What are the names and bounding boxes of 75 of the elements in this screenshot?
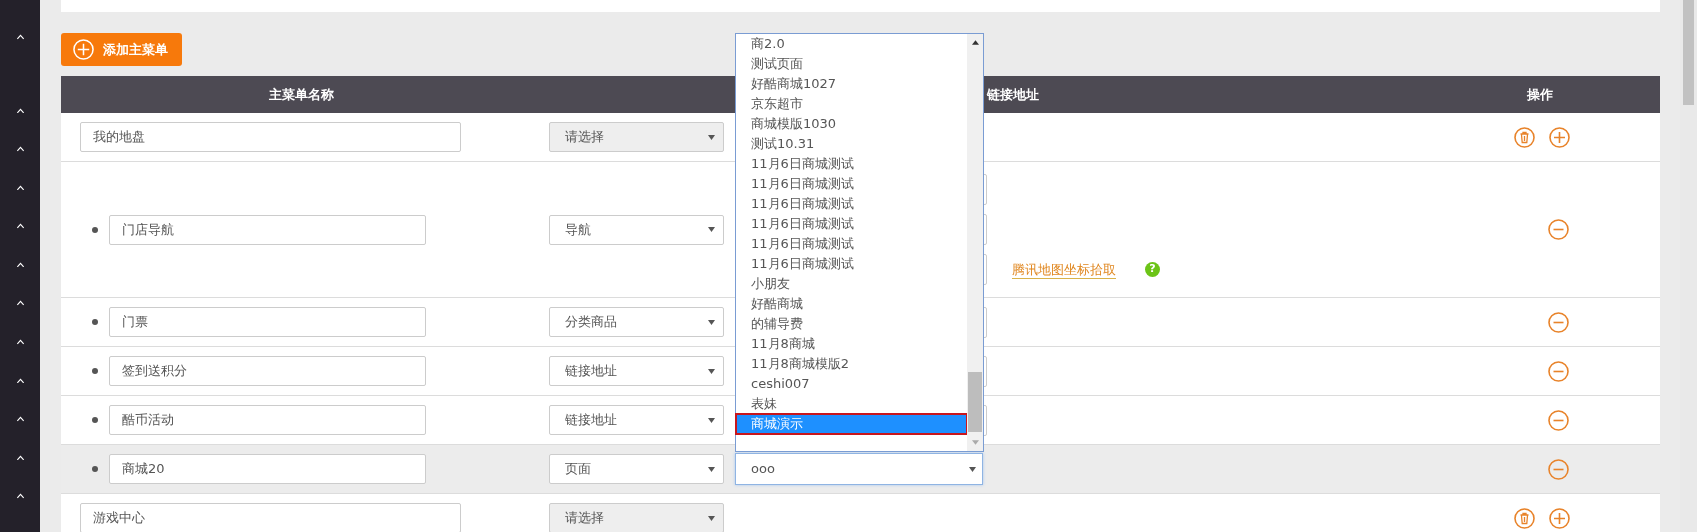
chevron-up-icon[interactable] (14, 493, 26, 499)
bullet-icon (92, 417, 98, 423)
dropdown-option[interactable]: 测试页面 (736, 54, 967, 74)
chevron-up-icon[interactable] (14, 107, 26, 114)
chevron-up-icon[interactable] (14, 223, 26, 229)
name-field[interactable]: 门票 (109, 307, 426, 337)
dropdown-option[interactable]: 表妹 (736, 394, 967, 414)
plus-circle-icon[interactable] (1549, 507, 1570, 529)
bullet-icon (92, 226, 98, 233)
dropdown-option[interactable]: 11月8商城模版2 (736, 354, 967, 374)
dropdown-option[interactable]: 11月6日商城测试 (736, 174, 967, 194)
trash-icon[interactable] (1514, 126, 1535, 148)
dropdown-option[interactable]: 小朋友 (736, 274, 967, 294)
dropdown-option[interactable]: 好酷商城1027 (736, 74, 967, 94)
dropdown-option[interactable]: 商城模版1030 (736, 114, 967, 134)
dropdown-option[interactable]: 11月8商城 (736, 334, 967, 354)
column-header: 主菜单名称 (268, 86, 334, 102)
type-select[interactable]: 分类商品 (549, 307, 724, 337)
chevron-up-icon[interactable] (14, 339, 26, 345)
type-select[interactable]: 导航 (549, 214, 724, 245)
dropdown-option[interactable]: 11月6日商城测试 (736, 214, 967, 234)
dropdown-option[interactable]: 11月6日商城测试 (736, 234, 967, 254)
caret-icon (708, 466, 715, 472)
name-field[interactable]: 门店导航 (109, 214, 426, 245)
dropdown-option[interactable]: 测试10.31 (736, 134, 967, 154)
caret-icon (708, 417, 715, 423)
bullet-icon (92, 368, 98, 374)
chevron-up-icon[interactable] (14, 454, 26, 461)
caret-icon (708, 368, 715, 374)
minus-circle-icon[interactable] (1548, 409, 1569, 431)
chevron-up-icon[interactable] (14, 146, 26, 152)
plus-circle-icon[interactable] (1549, 126, 1570, 148)
minus-circle-icon[interactable] (1548, 458, 1569, 480)
dropdown-list[interactable]: 商2.0 测试页面 好酷商城1027 京东超市 商城模版1030 测试10.31 11月6日商城测试 11月6日商城测试 11月6日商城测试 11月6日商城测试 11月6日商城测试 11月6日商城测试 小朋友 好酷商城 的辅导费 11月8商城 11月8商城模版2 ceshi007 表妹 商城演示 (735, 33, 984, 452)
bullet-icon (92, 319, 98, 325)
chevron-up-icon[interactable] (14, 377, 26, 384)
page-select[interactable]: ooo (735, 453, 983, 485)
name-field[interactable]: 游戏中心 (80, 503, 461, 532)
dropdown-option[interactable]: 京东超市 (736, 94, 967, 114)
dropdown-option[interactable]: 好酷商城 (736, 294, 967, 314)
caret-icon (708, 515, 715, 521)
dropdown-option[interactable]: 11月6日商城测试 (736, 194, 967, 214)
minus-circle-icon[interactable] (1548, 219, 1569, 240)
type-select[interactable]: 链接地址 (549, 405, 724, 435)
chevron-up-icon[interactable] (14, 184, 26, 191)
dropdown-option[interactable]: 11月6日商城测试 (736, 254, 967, 274)
trash-icon[interactable] (1514, 507, 1535, 529)
name-field[interactable]: 签到送积分 (109, 356, 426, 386)
minus-circle-icon[interactable] (1548, 311, 1569, 333)
caret-icon (969, 466, 976, 472)
scrollbar-thumb[interactable] (968, 372, 982, 432)
type-select[interactable]: 链接地址 (549, 356, 724, 386)
dropdown-option[interactable]: 11月6日商城测试 (736, 154, 967, 174)
plus-circle-icon (73, 39, 94, 60)
chevron-up-icon[interactable] (14, 416, 26, 422)
caret-icon (708, 227, 715, 232)
column-header: 操作 (1527, 86, 1553, 102)
dropdown-option[interactable]: 的辅导费 (736, 314, 967, 334)
column-header: 链接地址 (987, 86, 1039, 102)
minus-circle-icon[interactable] (1548, 360, 1569, 382)
name-field[interactable]: 我的地盘 (80, 122, 461, 152)
caret-icon (708, 319, 715, 325)
chevron-up-icon[interactable] (14, 261, 26, 268)
scrollbar-thumb[interactable] (1683, 0, 1694, 105)
scroll-up-icon[interactable] (971, 40, 979, 45)
dropdown-option[interactable]: ceshi007 (736, 374, 967, 394)
list-scrollbar[interactable] (967, 34, 983, 451)
caret-icon (708, 134, 715, 140)
dropdown-option[interactable]: 商2.0 (736, 34, 967, 54)
bullet-icon (92, 466, 98, 472)
name-field[interactable]: 商城20 (109, 454, 426, 484)
name-field[interactable]: 酷币活动 (109, 405, 426, 435)
type-select[interactable]: 页面 (549, 454, 724, 484)
chevron-up-icon[interactable] (14, 300, 26, 307)
chevron-up-icon[interactable] (14, 34, 26, 40)
